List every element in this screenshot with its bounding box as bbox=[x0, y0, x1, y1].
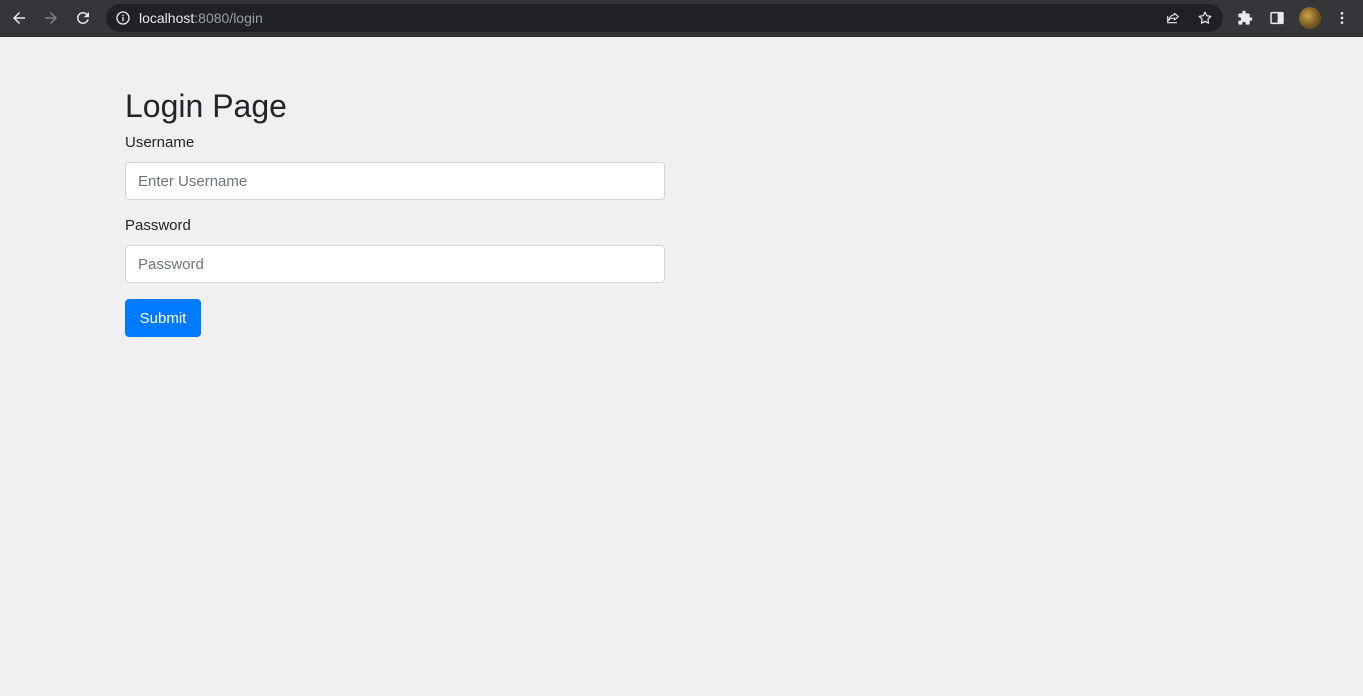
password-label: Password bbox=[125, 217, 191, 234]
puzzle-icon bbox=[1238, 10, 1253, 25]
back-button[interactable] bbox=[6, 5, 32, 31]
more-vertical-icon bbox=[1340, 12, 1344, 24]
arrow-right-icon bbox=[45, 12, 57, 24]
browser-toolbar: localhost:8080/login bbox=[0, 0, 1363, 37]
reload-icon bbox=[76, 11, 89, 24]
login-form: Username Password Submit bbox=[125, 133, 665, 337]
extensions-button[interactable] bbox=[1235, 8, 1255, 28]
page-content: Login Page Username Password Submit bbox=[0, 37, 1363, 696]
address-bar[interactable]: localhost:8080/login bbox=[106, 4, 1223, 32]
submit-button[interactable]: Submit bbox=[125, 299, 201, 337]
reload-button[interactable] bbox=[70, 5, 96, 31]
arrow-left-icon bbox=[13, 12, 25, 24]
username-label: Username bbox=[125, 134, 195, 151]
profile-avatar[interactable] bbox=[1299, 7, 1321, 29]
login-container: Login Page Username Password Submit bbox=[125, 87, 665, 337]
page-title: Login Page bbox=[125, 88, 287, 124]
side-panel-icon bbox=[1270, 11, 1284, 25]
share-button[interactable] bbox=[1163, 8, 1183, 28]
url-text: localhost:8080/login bbox=[139, 10, 263, 26]
forward-button[interactable] bbox=[38, 5, 64, 31]
share-icon bbox=[1167, 12, 1179, 24]
browser-menu-button[interactable] bbox=[1332, 8, 1352, 28]
url-host: localhost bbox=[139, 10, 195, 26]
url-path: :8080/login bbox=[194, 10, 263, 26]
side-panel-button[interactable] bbox=[1267, 8, 1287, 28]
star-icon bbox=[1198, 11, 1212, 24]
password-input[interactable] bbox=[125, 245, 665, 283]
username-input[interactable] bbox=[125, 162, 665, 200]
bookmark-button[interactable] bbox=[1195, 8, 1215, 28]
info-icon[interactable] bbox=[115, 10, 131, 26]
password-group: Password bbox=[125, 216, 665, 283]
